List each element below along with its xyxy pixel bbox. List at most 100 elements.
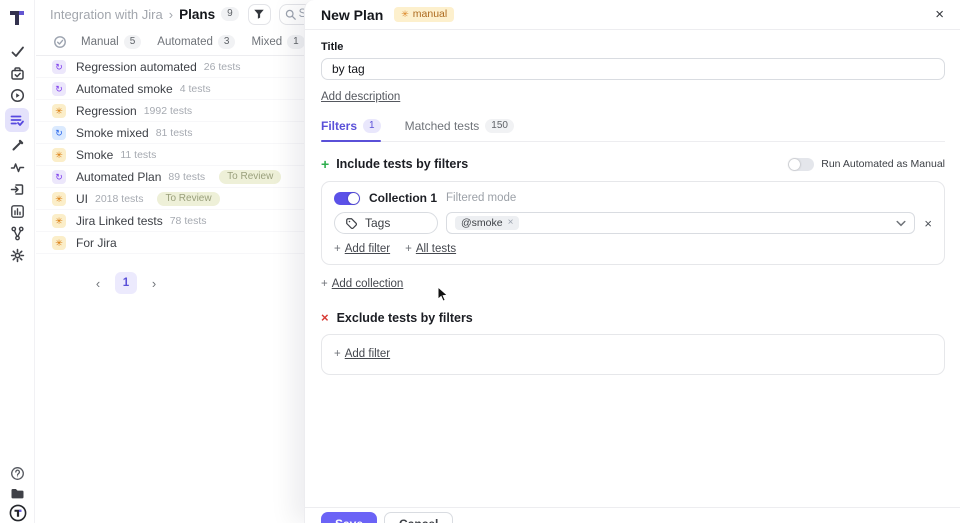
tags-select-label: Tags <box>365 216 391 230</box>
exclude-x-icon[interactable]: × <box>321 310 329 325</box>
list-item[interactable]: ✳ Smoke 11 tests <box>36 144 336 166</box>
briefcase-icon[interactable] <box>3 62 31 84</box>
search-icon <box>285 9 296 20</box>
folder-icon[interactable] <box>4 483 32 503</box>
add-description-link[interactable]: Add description <box>321 91 400 103</box>
add-filter-link[interactable]: + Add filter <box>334 243 390 255</box>
chart-icon[interactable] <box>3 200 31 222</box>
list-item[interactable]: ↻ Automated smoke 4 tests <box>36 78 336 100</box>
automated-plan-icon: ↻ <box>52 59 66 74</box>
run-automated-label: Run Automated as Manual <box>821 158 945 170</box>
title-input[interactable] <box>321 58 945 80</box>
mixed-plan-icon: ↻ <box>52 125 66 140</box>
gear-icon[interactable] <box>3 244 31 266</box>
filter-button[interactable] <box>247 3 271 25</box>
new-plan-panel: New Plan ✳ manual × Title Add descriptio… <box>304 0 960 523</box>
sidebar-main-icons <box>3 40 31 266</box>
manual-plan-icon: ✳ <box>52 235 66 250</box>
list-item[interactable]: ↻ Automated Plan 89 tests To Review <box>36 166 336 188</box>
plan-title: UI <box>76 191 88 206</box>
plans-count-badge: 9 <box>221 7 239 21</box>
prev-page-button[interactable]: ‹ <box>88 273 108 293</box>
plan-test-count: 78 tests <box>169 214 207 227</box>
list-item[interactable]: ✳ Regression 1992 tests <box>36 100 336 122</box>
tags-select[interactable]: Tags <box>334 212 438 234</box>
list-item[interactable]: ✳ Jira Linked tests 78 tests <box>36 210 336 232</box>
circle-check-icon[interactable] <box>53 35 67 49</box>
add-filter-label: Add filter <box>344 243 391 255</box>
plan-test-count: 2018 tests <box>95 192 144 205</box>
import-icon[interactable] <box>3 178 31 200</box>
plan-title: Smoke mixed <box>76 125 149 140</box>
plan-tab-count: 1 <box>287 34 305 49</box>
tab-filters[interactable]: Filters 1 <box>321 119 381 142</box>
exclude-links: + Add filter <box>334 348 932 360</box>
list-item[interactable]: ✳ For Jira <box>36 232 336 254</box>
sidebar-item-plans[interactable] <box>5 108 29 132</box>
plan-test-count: 4 tests <box>179 82 211 95</box>
collection-card: Collection 1 Filtered mode Tags @smoke × <box>321 181 945 265</box>
manual-type-badge: ✳ manual <box>394 6 455 23</box>
tab-filters-count: 1 <box>363 119 381 133</box>
plans-list: ↻ Regression automated 26 tests ↻ Automated … <box>36 56 336 254</box>
sidebar-rail <box>0 0 35 523</box>
plan-tab-label: Automated <box>157 35 213 48</box>
page-number[interactable]: 1 <box>115 272 137 294</box>
plus-icon: + <box>334 243 341 255</box>
close-icon[interactable]: × <box>935 7 944 22</box>
breadcrumb-project[interactable]: Integration with Jira <box>50 7 163 22</box>
play-circle-icon[interactable] <box>3 84 31 106</box>
plan-test-count: 26 tests <box>203 60 241 73</box>
exclude-add-filter-label: Add filter <box>344 348 391 360</box>
next-page-button[interactable]: › <box>144 273 164 293</box>
tag-values-input[interactable]: @smoke × <box>446 212 916 234</box>
app-logo[interactable] <box>7 5 27 31</box>
logo-circle-icon[interactable] <box>4 503 32 523</box>
list-item[interactable]: ↻ Regression automated 26 tests <box>36 56 336 78</box>
plan-title: Automated Plan <box>76 169 162 184</box>
tag-icon <box>346 217 358 229</box>
plan-test-count: 89 tests <box>168 170 206 183</box>
tag-chip: @smoke × <box>455 215 520 231</box>
list-item[interactable]: ↻ Smoke mixed 81 tests <box>36 122 336 144</box>
all-tests-link[interactable]: + All tests <box>405 243 456 255</box>
plan-tab-automated[interactable]: Automated 3 <box>157 34 236 49</box>
remove-filter-icon[interactable]: × <box>924 216 932 231</box>
plan-tab-manual[interactable]: Manual 5 <box>81 34 142 49</box>
plan-tab-count: 5 <box>123 34 142 49</box>
panel-body: Title Add description Filters 1 Matched … <box>305 30 960 375</box>
branch-icon[interactable] <box>3 222 31 244</box>
plan-tab-count: 3 <box>217 34 236 49</box>
include-heading: Include tests by filters <box>336 157 469 171</box>
chevron-down-icon[interactable] <box>896 220 906 227</box>
manual-plan-icon: ✳ <box>52 147 66 162</box>
panel-footer: Save Cancel <box>305 507 960 523</box>
plan-title: Regression automated <box>76 59 197 74</box>
breadcrumb: Integration with Jira › Plans 9 Se × <box>36 0 336 28</box>
page-title: Plans <box>179 6 216 22</box>
manual-plan-icon: ✳ <box>52 191 66 206</box>
cancel-button[interactable]: Cancel <box>384 512 454 523</box>
panel-header: New Plan ✳ manual × <box>305 0 960 30</box>
panel-tabs: Filters 1 Matched tests 150 <box>321 119 945 142</box>
help-icon[interactable] <box>4 463 32 483</box>
check-icon[interactable] <box>3 40 31 62</box>
collection-toggle[interactable] <box>334 191 360 205</box>
list-item[interactable]: ✳ UI 2018 tests To Review <box>36 188 336 210</box>
run-automated-toggle[interactable] <box>788 157 815 171</box>
tab-filters-label: Filters <box>321 119 358 133</box>
chip-remove-icon[interactable]: × <box>508 218 514 228</box>
exclude-add-filter-link[interactable]: + Add filter <box>334 348 390 360</box>
tab-matched-count: 150 <box>485 119 514 133</box>
pen-icon[interactable] <box>3 134 31 156</box>
all-tests-label: All tests <box>415 243 457 255</box>
tab-matched-label: Matched tests <box>404 119 480 133</box>
collection-header: Collection 1 Filtered mode <box>334 191 932 205</box>
save-button[interactable]: Save <box>321 512 378 523</box>
add-collection-link[interactable]: + Add collection <box>321 278 403 290</box>
collection-mode: Filtered mode <box>446 192 517 204</box>
plan-tab-mixed[interactable]: Mixed 1 <box>251 34 305 49</box>
pulse-icon[interactable] <box>3 156 31 178</box>
tab-matched-tests[interactable]: Matched tests 150 <box>405 119 514 141</box>
breadcrumb-separator: › <box>168 6 174 22</box>
